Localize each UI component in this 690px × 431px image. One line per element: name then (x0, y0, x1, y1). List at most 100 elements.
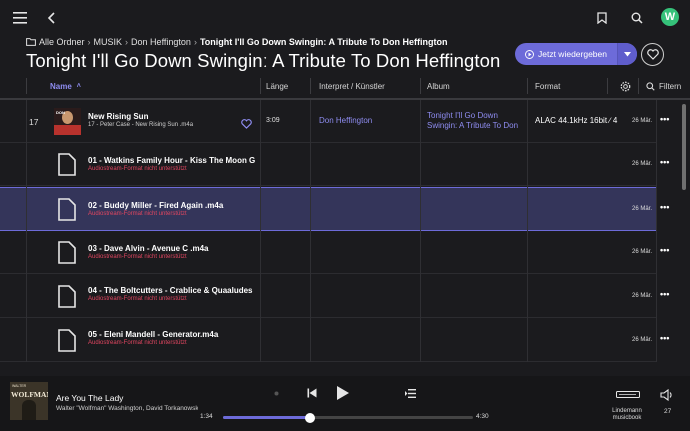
date-added: 26 Mär. (632, 161, 653, 167)
heart-icon (646, 49, 659, 60)
error-message: Audiostream-Format nicht unterstützt (88, 296, 187, 302)
date-added: 26 Mär. (632, 118, 653, 124)
breadcrumb-item-current: Tonight I'll Go Down Swinginː A Tribute … (199, 37, 448, 47)
filter-label: Filtern (659, 81, 682, 91)
scrollbar-thumb[interactable] (682, 104, 686, 190)
column-header-album[interactable]: Album (427, 76, 450, 96)
more-options-icon[interactable]: ••• (660, 114, 669, 124)
breadcrumb-item-artist[interactable]: Don Heffington (131, 37, 191, 47)
error-message: Audiostream-Format nicht unterstützt (88, 340, 187, 346)
more-options-icon[interactable]: ••• (660, 157, 669, 167)
now-playing-artist[interactable]: Walter "Wolfman" Washington, David Torka… (56, 405, 198, 412)
file-icon (58, 329, 76, 352)
date-added: 26 Mär. (632, 337, 653, 343)
play-now-split-button: Jetzt wiedergeben (515, 43, 637, 65)
folder-icon (26, 38, 36, 46)
column-divider (656, 100, 657, 362)
column-header-name[interactable]: Name ˄ (50, 76, 81, 96)
track-filename: 02 - Buddy Miller - Fired Again .m4a (88, 201, 224, 210)
track-filename: 04 - The Boltcutters - Crablice & Quaalu… (88, 286, 253, 295)
column-label: Interpret / Künstler (319, 81, 385, 91)
progress-slider[interactable] (223, 412, 473, 423)
table-row[interactable]: 05 - Eleni Mandell - Generator.m4a Audio… (0, 319, 669, 362)
breadcrumb-item-all-folders[interactable]: Alle Ordner (39, 37, 85, 47)
progress-knob[interactable] (305, 412, 315, 423)
column-divider (420, 100, 421, 362)
previous-track-icon[interactable] (307, 388, 317, 398)
more-options-icon[interactable]: ••• (660, 333, 669, 343)
now-playing-title[interactable]: Are You The Lady (56, 393, 123, 403)
date-added: 26 Mär. (632, 249, 653, 255)
volume-icon[interactable] (660, 388, 674, 406)
table-header: Name ˄ Länge Interpret / Künstler Album … (26, 76, 690, 96)
column-label: Album (427, 81, 450, 91)
album-line-1: Tonight I'll Go Down (427, 111, 498, 120)
more-options-icon[interactable]: ••• (660, 202, 669, 212)
column-header-artist[interactable]: Interpret / Künstler (319, 76, 385, 96)
file-icon (58, 241, 76, 264)
error-message: Audiostream-Format nicht unterstützt (88, 211, 187, 217)
player-bar: WALTER WOLFMAN Are You The Lady Walter "… (0, 376, 690, 431)
volume-level: 27 (664, 408, 672, 415)
table-row[interactable]: 03 - Dave Alvin - Avenue C .m4a Audiostr… (0, 231, 669, 274)
elapsed-time: 1:34 (200, 413, 213, 420)
more-options-icon[interactable]: ••• (660, 289, 669, 299)
cover-text: DON (56, 110, 65, 115)
chevron-down-icon (624, 51, 631, 56)
table-row[interactable]: 01 - Watkins Family Hour - Kiss The Moon… (0, 143, 669, 186)
album-link[interactable]: Tonight I'll Go Down Swingin: A Tribute … (427, 111, 525, 131)
chevron-right-icon: › (193, 37, 197, 47)
play-options-dropdown[interactable] (617, 43, 637, 65)
filter-button[interactable]: Filtern (646, 76, 681, 96)
progress-fill (223, 416, 310, 419)
track-filename: 17 - Peter Case - New Rising Sun .m4a (88, 122, 194, 128)
column-label: Format (535, 81, 561, 91)
column-label: Name (50, 81, 72, 91)
menu-icon[interactable] (8, 6, 32, 30)
play-now-button[interactable]: Jetzt wiedergeben (515, 43, 617, 65)
table-row[interactable]: 17 DON New Rising Sun 17 - Peter Case - … (0, 100, 669, 143)
error-message: Audiostream-Format nicht unterstützt (88, 254, 187, 260)
cover-title: WOLFMAN (11, 390, 48, 399)
status-dot-icon (274, 391, 279, 396)
track-format: ALAC 44.1kHz 16bit ∕ 4 (535, 116, 618, 125)
page-title: Tonight I'll Go Down Swinginː A Tribute … (26, 50, 501, 71)
date-added: 26 Mär. (632, 293, 653, 299)
device-name-line-1: Lindemann (612, 408, 642, 414)
column-divider (26, 100, 27, 362)
file-icon (58, 285, 76, 308)
breadcrumb-item-musik[interactable]: MUSIK (94, 37, 123, 47)
search-icon[interactable] (625, 6, 649, 30)
album-line-2: Swingin: A Tribute To Don (427, 121, 519, 130)
favorite-album-button[interactable] (641, 43, 664, 66)
column-header-length[interactable]: Länge (266, 76, 288, 96)
track-duration: 3:09 (266, 117, 280, 124)
artist-link[interactable]: Don Heffington (319, 116, 372, 125)
column-divider (527, 100, 528, 362)
table-row-selected[interactable]: 02 - Buddy Miller - Fired Again .m4a Aud… (0, 187, 669, 231)
sort-ascending-icon: ˄ (76, 82, 81, 90)
queue-icon[interactable] (405, 389, 416, 398)
table-row[interactable]: 04 - The Boltcutters - Crablice & Quaalu… (0, 275, 669, 318)
chevron-right-icon: › (87, 37, 91, 47)
play-icon[interactable] (336, 385, 350, 401)
device-icon (616, 391, 640, 398)
top-bar: W (0, 0, 690, 34)
column-settings-gear-icon[interactable] (620, 76, 631, 96)
avatar[interactable]: W (661, 8, 679, 26)
output-device-label: Lindemann musicbook (606, 408, 648, 422)
column-header-format[interactable]: Format (535, 76, 560, 96)
error-message: Audiostream-Format nicht unterstützt (88, 166, 187, 172)
track-title: New Rising Sun (88, 112, 149, 121)
now-playing-cover[interactable]: WALTER WOLFMAN (10, 382, 48, 420)
back-arrow-icon[interactable] (39, 6, 63, 30)
file-icon (58, 198, 76, 221)
more-options-icon[interactable]: ••• (660, 245, 669, 255)
file-icon (58, 153, 76, 176)
track-number: 17 (29, 116, 39, 127)
column-divider (260, 100, 261, 362)
heart-icon[interactable] (241, 116, 252, 134)
track-table: 17 DON New Rising Sun 17 - Peter Case - … (0, 100, 690, 362)
bookmark-icon[interactable] (590, 6, 614, 30)
column-divider (310, 100, 311, 362)
